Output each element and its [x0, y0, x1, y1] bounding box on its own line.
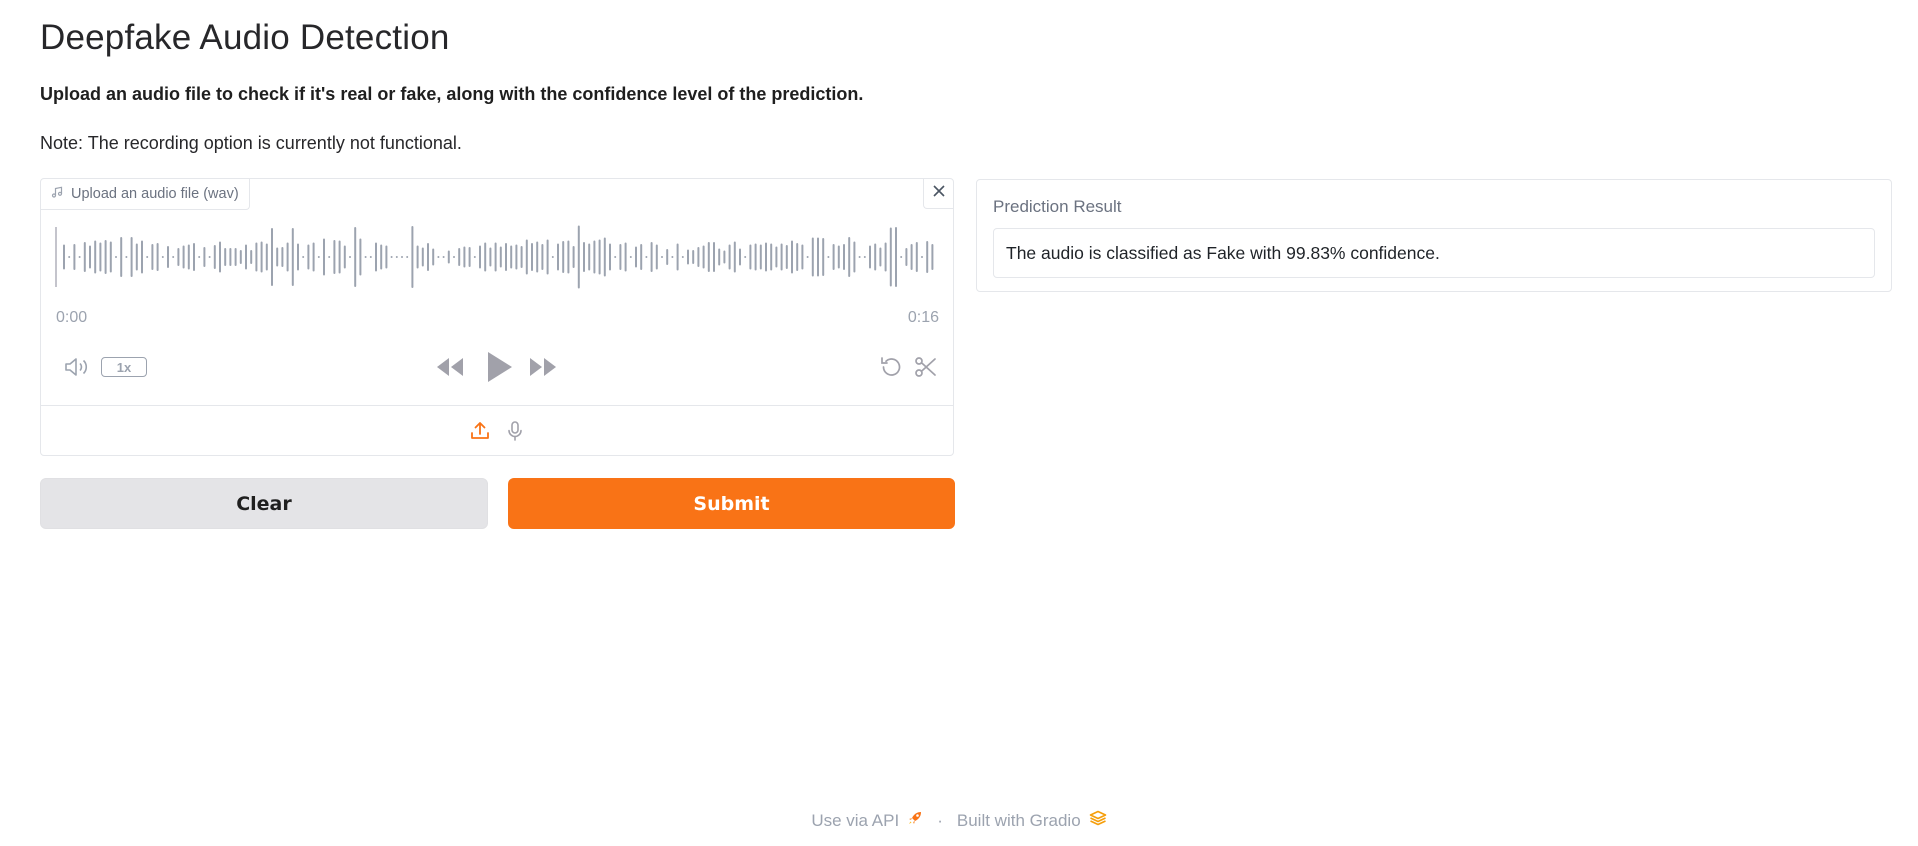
prediction-result-text: The audio is classified as Fake with 99.…	[1006, 242, 1440, 263]
scissors-icon[interactable]	[913, 355, 939, 384]
use-via-api-label: Use via API	[811, 810, 900, 830]
volume-icon[interactable]	[63, 355, 91, 384]
music-note-icon	[51, 186, 63, 202]
audio-input-panel: Upload an audio file (wav) 0:00 0:16 1x	[40, 178, 954, 456]
prediction-result-label: Prediction Result	[993, 197, 1122, 216]
built-with-gradio-label: Built with Gradio	[956, 810, 1081, 830]
playback-controls: 1x	[41, 347, 953, 387]
gradio-logo-icon	[1089, 810, 1107, 831]
footer: Use via API · Built with Gradio	[0, 810, 1918, 831]
page: Deepfake Audio Detection Upload an audio…	[0, 0, 1918, 846]
clear-audio-button[interactable]	[923, 179, 953, 209]
clear-button[interactable]: Clear	[40, 478, 488, 529]
current-time: 0:00	[56, 309, 88, 326]
audio-input-label: Upload an audio file (wav)	[41, 179, 250, 210]
audio-source-selector	[41, 405, 953, 455]
forward-icon[interactable]	[527, 356, 559, 383]
page-title: Deepfake Audio Detection	[40, 18, 450, 57]
rewind-icon[interactable]	[434, 356, 466, 383]
playback-speed-button[interactable]: 1x	[101, 357, 147, 377]
duration: 0:16	[907, 309, 939, 326]
rocket-icon	[907, 810, 923, 831]
audio-input-label-text: Upload an audio file (wav)	[71, 186, 239, 202]
page-description: Upload an audio file to check if it's re…	[40, 84, 864, 104]
page-note: Note: The recording option is currently …	[40, 133, 462, 153]
upload-icon[interactable]	[469, 420, 491, 447]
close-icon	[932, 184, 946, 203]
submit-button[interactable]: Submit	[508, 478, 955, 529]
play-icon[interactable]	[482, 349, 516, 390]
use-via-api-link[interactable]: Use via API	[811, 810, 923, 831]
footer-separator: ·	[937, 810, 943, 830]
audio-waveform[interactable]	[55, 223, 939, 291]
built-with-gradio-link[interactable]: Built with Gradio	[957, 810, 1107, 831]
prediction-result-panel: Prediction Result The audio is classifie…	[976, 179, 1892, 292]
prediction-result-textbox[interactable]: The audio is classified as Fake with 99.…	[993, 228, 1875, 278]
undo-icon[interactable]	[878, 355, 904, 384]
microphone-icon[interactable]	[504, 420, 526, 447]
